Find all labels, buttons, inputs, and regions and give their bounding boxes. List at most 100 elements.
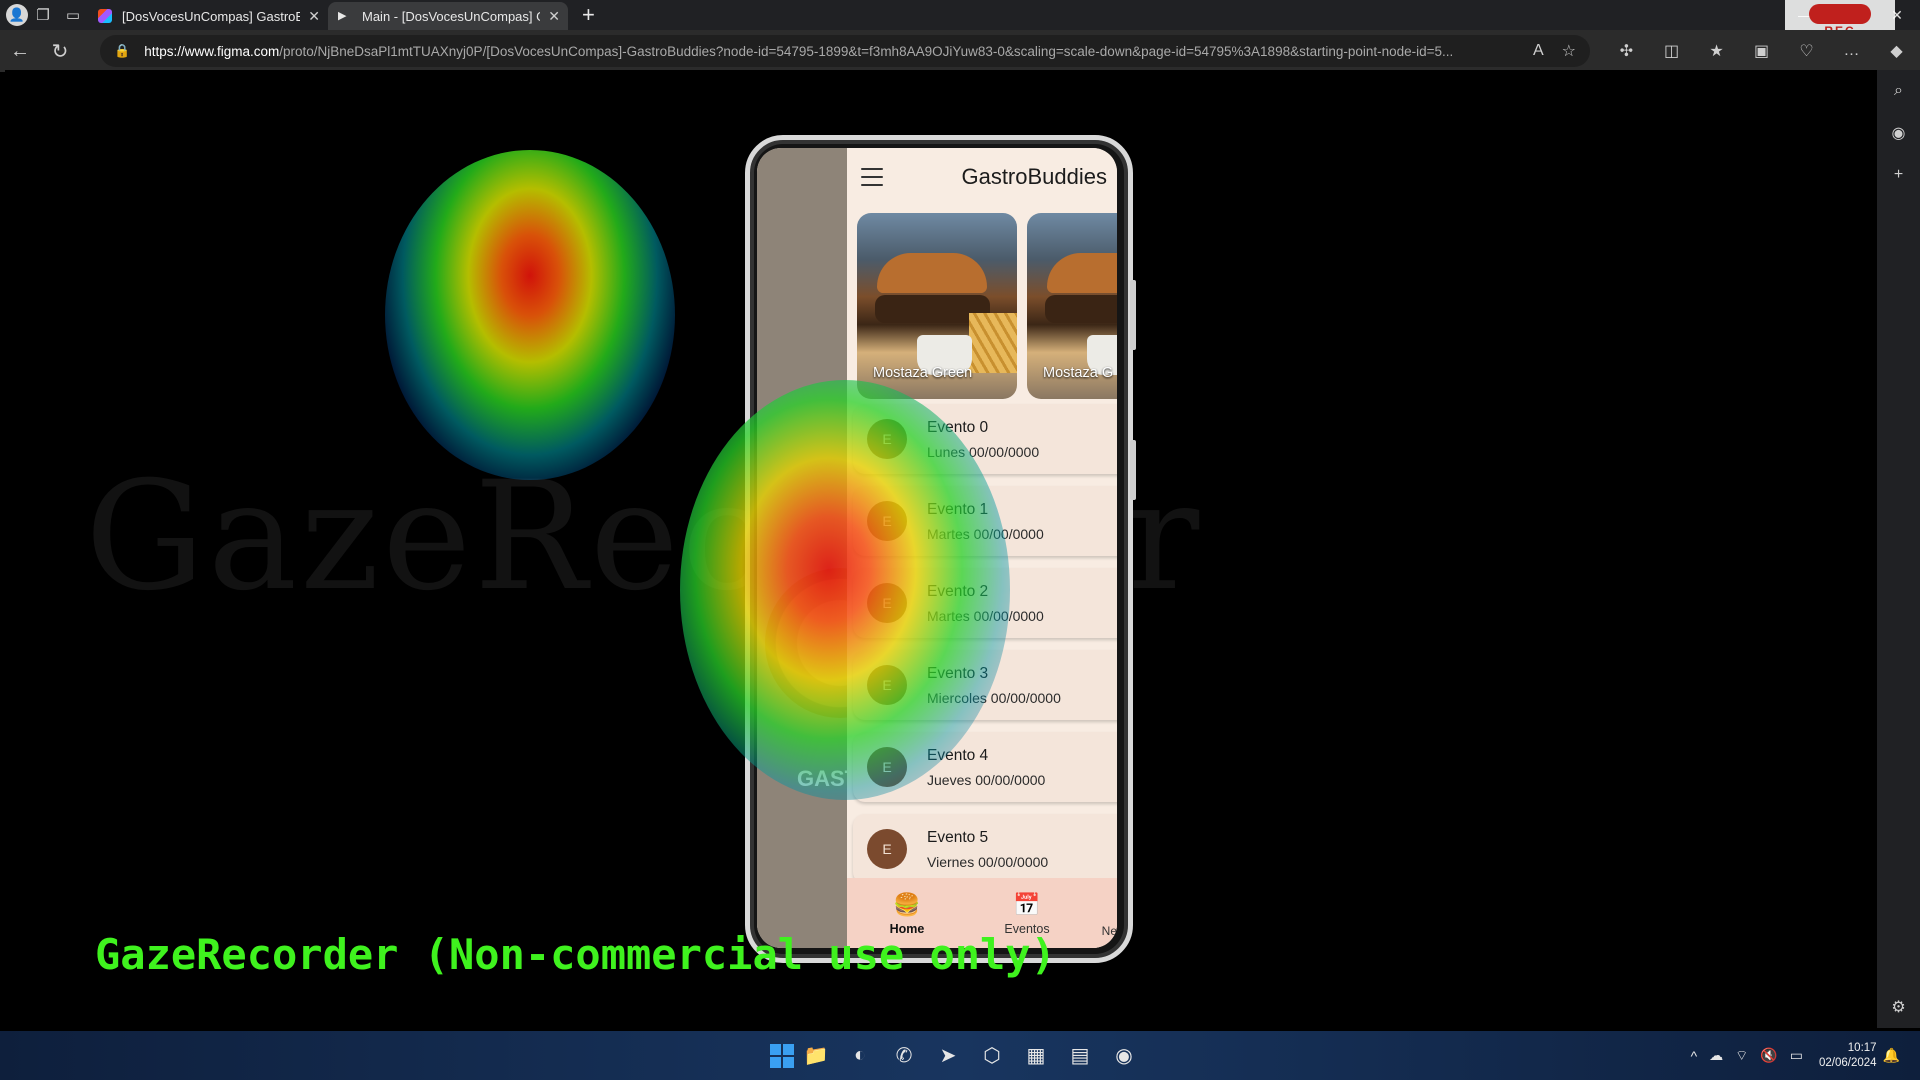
event-date: Martes 00/00/0000 bbox=[927, 525, 1044, 542]
onedrive-icon[interactable]: ☁ bbox=[1709, 1047, 1723, 1064]
edge-icon[interactable]: ◐ bbox=[838, 1036, 882, 1076]
url-path: /proto/NjBneDsaPl1mtTUAXnyj0P/[DosVocesU… bbox=[279, 43, 1454, 59]
event-item[interactable]: E Evento 4 Jueves 00/00/0000 bbox=[853, 732, 1117, 802]
notifications-icon[interactable]: 🔔 bbox=[1883, 1047, 1900, 1064]
whatsapp-icon[interactable]: ◉ bbox=[1877, 112, 1920, 154]
volume-muted-icon[interactable]: 🔇 bbox=[1760, 1047, 1777, 1064]
whatsapp-icon[interactable]: ✆ bbox=[882, 1036, 926, 1076]
favorite-star-icon[interactable]: ☆ bbox=[1562, 41, 1576, 61]
volume-button bbox=[1130, 280, 1136, 350]
event-date: Lunes 00/00/0000 bbox=[927, 443, 1040, 460]
back-icon[interactable]: ← bbox=[0, 30, 40, 72]
add-icon[interactable]: + bbox=[1877, 154, 1920, 196]
system-tray: ^ ☁ ⌔ 🔇 ▭ 10:17 02/06/2024 🔔 bbox=[1685, 1031, 1906, 1080]
collections-icon[interactable]: ▣ bbox=[1739, 30, 1784, 72]
address-bar[interactable]: 🔒 https://www.figma.com /proto/NjBneDsaP… bbox=[100, 35, 1590, 67]
event-item[interactable]: E Evento 1 Martes 00/00/0000 bbox=[853, 486, 1117, 556]
burger-image bbox=[877, 253, 987, 293]
gazerecorder-banner: GazeRecorder (Non-commercial use only) bbox=[95, 930, 1056, 979]
app-bar: GastroBuddies bbox=[847, 148, 1117, 206]
event-item[interactable]: E Evento 0 Lunes 00/00/0000 bbox=[853, 404, 1117, 474]
navigation-drawer[interactable]: GAST bbox=[757, 148, 915, 948]
event-avatar: E bbox=[867, 747, 907, 787]
close-icon[interactable]: ✕ bbox=[308, 8, 320, 25]
event-date: Viernes 00/00/0000 bbox=[927, 853, 1049, 870]
favorites-icon[interactable]: ★ bbox=[1694, 30, 1739, 72]
close-icon[interactable]: ✕ bbox=[548, 8, 560, 25]
split-screen-icon[interactable]: ◫ bbox=[1649, 30, 1694, 72]
chevron-up-icon[interactable]: ^ bbox=[1691, 1048, 1698, 1064]
event-name: Evento 0 bbox=[927, 418, 989, 436]
lock-icon[interactable]: 🔒 bbox=[114, 43, 130, 59]
event-item[interactable]: E Evento 3 Miercoles 00/00/0000 bbox=[853, 650, 1117, 720]
copilot-icon[interactable]: ◆ bbox=[1874, 30, 1919, 72]
tab-title: [DosVocesUnCompas] GastroBuc bbox=[122, 8, 301, 24]
refresh-icon[interactable]: ↻ bbox=[40, 30, 80, 72]
event-name: Evento 3 bbox=[927, 664, 989, 682]
restaurant-carousel[interactable]: Mostaza Green Mostaza G bbox=[857, 213, 1117, 399]
search-icon[interactable]: ⌕ bbox=[1877, 70, 1920, 112]
event-name: Evento 1 bbox=[927, 500, 989, 518]
power-button bbox=[1130, 440, 1136, 500]
extensions-icon[interactable]: ✣ bbox=[1604, 30, 1649, 72]
event-avatar: E bbox=[867, 583, 907, 623]
restaurant-name: Mostaza Green bbox=[873, 365, 973, 381]
file-explorer-icon[interactable]: 📁 bbox=[794, 1036, 838, 1076]
record-icon bbox=[1809, 4, 1871, 24]
wifi-icon[interactable]: ⌔ bbox=[1735, 1047, 1748, 1065]
new-tab-button[interactable]: + bbox=[582, 2, 595, 28]
browser-tab-bar: 👤 ❐ ▭ [DosVocesUnCompas] GastroBuc ✕ ▶ M… bbox=[0, 0, 1920, 30]
event-item[interactable]: E Evento 2 Martes 00/00/0000 bbox=[853, 568, 1117, 638]
event-name: Evento 4 bbox=[927, 746, 989, 764]
event-name: Evento 5 bbox=[927, 828, 989, 846]
restaurant-card[interactable]: Mostaza G bbox=[1027, 213, 1117, 399]
workspaces-icon[interactable]: ❐ bbox=[28, 0, 58, 30]
restaurant-card[interactable]: Mostaza Green bbox=[857, 213, 1017, 399]
browser-essentials-icon[interactable]: ♡ bbox=[1784, 30, 1829, 72]
event-avatar: E bbox=[867, 829, 907, 869]
nav-eventos[interactable]: 📅 Eventos bbox=[967, 891, 1087, 936]
restaurant-name: Mostaza G bbox=[1043, 365, 1114, 381]
app-icon[interactable]: ▦ bbox=[1014, 1036, 1058, 1076]
event-avatar: E bbox=[867, 665, 907, 705]
notepad-icon[interactable]: ▤ bbox=[1058, 1036, 1102, 1076]
menu-icon[interactable] bbox=[861, 168, 883, 186]
battery-icon[interactable]: ▭ bbox=[1790, 1047, 1803, 1064]
app-title: GastroBuddies bbox=[961, 164, 1107, 189]
profile-icon[interactable]: 👤 bbox=[6, 4, 28, 26]
figma-icon bbox=[98, 9, 112, 23]
tab-main-prototype[interactable]: ▶ Main - [DosVocesUnCompas] Ga ✕ bbox=[328, 2, 568, 30]
nav-more-label[interactable]: Ne bbox=[1102, 924, 1117, 938]
more-menu-icon[interactable]: … bbox=[1829, 30, 1874, 72]
event-item[interactable]: E Evento 5 Viernes 00/00/0000 bbox=[853, 814, 1117, 884]
burger-image bbox=[1047, 253, 1117, 293]
event-date: Miercoles 00/00/0000 bbox=[927, 689, 1061, 706]
nav-home[interactable]: 🍔 Home bbox=[847, 891, 967, 936]
event-avatar: E bbox=[867, 419, 907, 459]
clock-time: 10:17 bbox=[1847, 1041, 1877, 1054]
event-name: Evento 2 bbox=[927, 582, 989, 600]
gazerecorder-icon[interactable]: ◉ bbox=[1102, 1036, 1146, 1076]
windows-start-icon[interactable] bbox=[770, 1043, 794, 1068]
clock[interactable]: 10:17 02/06/2024 bbox=[1819, 1041, 1877, 1071]
address-toolbar: ← ↻ 🔒 https://www.figma.com /proto/NjBne… bbox=[0, 30, 1920, 72]
tab-figma-gastrobuddies[interactable]: [DosVocesUnCompas] GastroBuc ✕ bbox=[88, 2, 328, 30]
event-date: Martes 00/00/0000 bbox=[927, 607, 1044, 624]
event-date: Jueves 00/00/0000 bbox=[927, 771, 1046, 788]
home-logo-icon: 🍔 bbox=[893, 891, 921, 917]
virtualbox-icon[interactable]: ⬡ bbox=[970, 1036, 1014, 1076]
tab-actions-icon[interactable]: ▭ bbox=[58, 0, 88, 30]
url-host: https://www.figma.com bbox=[144, 43, 280, 59]
calendar-clock-icon: 📅 bbox=[1013, 891, 1041, 917]
settings-icon[interactable]: ⚙ bbox=[1877, 986, 1920, 1028]
tab-title: Main - [DosVocesUnCompas] Ga bbox=[362, 8, 541, 24]
events-list: E Evento 0 Lunes 00/00/0000 E Evento 1 Mar… bbox=[853, 404, 1117, 896]
edge-sidebar: ⌕ ◉ + ⚙ bbox=[1877, 70, 1920, 1028]
play-icon: ▶ bbox=[338, 10, 347, 22]
phone-screen: GAST GastroBuddies Mostaza Green Mostaza… bbox=[757, 148, 1117, 948]
clock-date: 02/06/2024 bbox=[1819, 1056, 1877, 1069]
read-aloud-icon[interactable]: A bbox=[1533, 42, 1544, 60]
app-main: GastroBuddies Mostaza Green Mostaza G E bbox=[847, 148, 1117, 948]
telegram-icon[interactable]: ➤ bbox=[926, 1036, 970, 1076]
windows-taskbar: 📁 ◐ ✆ ➤ ⬡ ▦ ▤ ◉ ^ ☁ ⌔ 🔇 ▭ 10:17 02/06/20… bbox=[0, 1031, 1920, 1080]
